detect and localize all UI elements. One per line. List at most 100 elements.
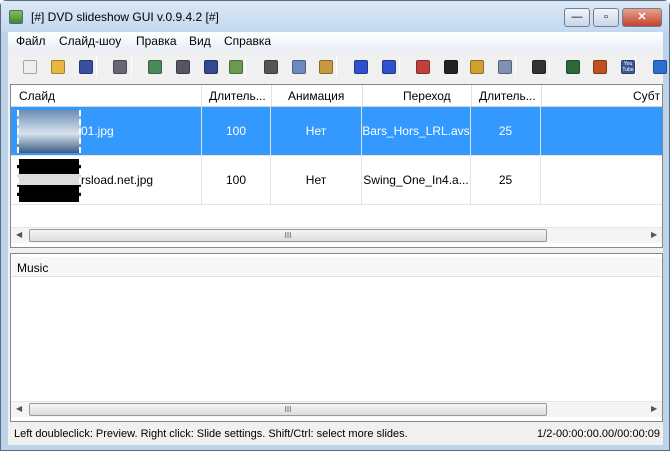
save-icon — [79, 60, 93, 74]
scroll-left-arrow[interactable]: ◀ — [16, 230, 22, 239]
crop-image-button[interactable] — [413, 57, 433, 77]
add-slide-button[interactable] — [145, 57, 165, 77]
slide-row[interactable]: rsload.net.jpg 100 Нет Swing_One_In4.a..… — [11, 156, 662, 205]
settings-tools-button[interactable] — [110, 57, 130, 77]
menu-edit[interactable]: Правка — [136, 34, 177, 48]
clapperboard-button[interactable] — [441, 57, 461, 77]
client-area: Файл Слайд-шоу Правка Вид Справка You Tu… — [8, 32, 667, 445]
crop-image-icon — [416, 60, 430, 74]
add-music-button[interactable] — [173, 57, 193, 77]
menu-file[interactable]: Файл — [16, 34, 46, 48]
menu-bar: Файл Слайд-шоу Правка Вид Справка — [8, 32, 663, 51]
image-button[interactable] — [226, 57, 246, 77]
presentation-icon — [532, 60, 546, 74]
open-icon — [51, 60, 65, 74]
status-position: 1/2-00:00:00.00/00:00:09 — [537, 428, 660, 440]
scroll-right-arrow[interactable]: ▶ — [651, 404, 657, 413]
toolbar: You Tube — [8, 52, 667, 82]
copy-icon — [292, 60, 306, 74]
minimize-button[interactable]: — — [564, 8, 590, 27]
column-subtitles[interactable]: Субт — [633, 89, 660, 103]
move-down-icon — [382, 60, 396, 74]
scroll-right-arrow[interactable]: ▶ — [651, 230, 657, 239]
brush-icon — [470, 60, 484, 74]
slide-list-header: Слайд Длитель... Анимация Переход Длител… — [11, 85, 662, 107]
scroll-thumb[interactable]: III — [29, 403, 547, 416]
status-hint: Left doubleclick: Preview. Right click: … — [14, 428, 408, 440]
toolbar-separator — [131, 56, 132, 78]
slide-duration: 100 — [201, 107, 271, 155]
export-video-icon — [566, 60, 580, 74]
paste-button[interactable] — [316, 57, 336, 77]
app-window: [#] DVD slideshow GUI v.0.9.4.2 [#] — ▫ … — [0, 0, 670, 451]
menu-slideshow[interactable]: Слайд-шоу — [59, 34, 121, 48]
maximize-button[interactable]: ▫ — [593, 8, 619, 27]
copy-button[interactable] — [289, 57, 309, 77]
toolbar-separator — [549, 56, 550, 78]
menu-help[interactable]: Справка — [224, 34, 271, 48]
column-slide[interactable]: Слайд — [19, 89, 55, 103]
slide-animation: Нет — [271, 156, 362, 204]
music-hscrollbar[interactable]: ◀ III ▶ — [11, 401, 662, 417]
toolbar-separator — [336, 56, 337, 78]
column-animation[interactable]: Анимация — [288, 89, 344, 103]
cut-icon — [264, 60, 278, 74]
column-transition[interactable]: Переход — [403, 89, 451, 103]
slide-thumbnail — [17, 110, 81, 153]
paste-icon — [319, 60, 333, 74]
slide-filename: rsload.net.jpg — [81, 173, 154, 187]
add-music-icon — [176, 60, 190, 74]
column-duration[interactable]: Длитель... — [209, 89, 266, 103]
slide-transition-duration: 25 — [471, 107, 541, 155]
title-bar: [#] DVD slideshow GUI v.0.9.4.2 [#] — ▫ … — [1, 1, 669, 32]
move-down-button[interactable] — [379, 57, 399, 77]
toolbar-separator — [515, 56, 516, 78]
slide-transition: Swing_One_In4.a... — [362, 156, 471, 204]
column-transition-duration[interactable]: Длитель... — [479, 89, 536, 103]
slide-thumbnail — [17, 159, 81, 202]
brush-button[interactable] — [467, 57, 487, 77]
slide-row[interactable]: 01.jpg 100 Нет Bars_Hors_LRL.avs 25 — [11, 107, 662, 156]
new-icon — [23, 60, 37, 74]
save-button[interactable] — [76, 57, 96, 77]
scroll-left-arrow[interactable]: ◀ — [16, 404, 22, 413]
clapperboard-icon — [444, 60, 458, 74]
slide-filename: 01.jpg — [81, 124, 114, 138]
youtube-icon: You Tube — [621, 60, 635, 74]
new-button[interactable] — [20, 57, 40, 77]
dvd-button[interactable] — [590, 57, 610, 77]
settings-tools-icon — [113, 60, 127, 74]
slide-transition-duration: 25 — [471, 156, 541, 204]
toolbar-separator — [96, 56, 97, 78]
app-icon — [9, 10, 23, 24]
text-button[interactable] — [201, 57, 221, 77]
menu-view[interactable]: Вид — [189, 34, 211, 48]
close-button[interactable]: ✕ — [622, 8, 662, 27]
music-list[interactable]: Music ◀ III ▶ — [10, 253, 663, 422]
move-up-button[interactable] — [351, 57, 371, 77]
image-icon — [229, 60, 243, 74]
add-slide-icon — [148, 60, 162, 74]
slide-list[interactable]: Слайд Длитель... Анимация Переход Длител… — [10, 84, 663, 248]
window-title: [#] DVD slideshow GUI v.0.9.4.2 [#] — [31, 10, 219, 24]
export-video-button[interactable] — [563, 57, 583, 77]
youtube-button[interactable]: You Tube — [618, 57, 638, 77]
slide-duration: 100 — [201, 156, 271, 204]
move-up-icon — [354, 60, 368, 74]
status-bar: Left doubleclick: Preview. Right click: … — [8, 424, 663, 444]
cut-button[interactable] — [261, 57, 281, 77]
music-header[interactable]: Music — [12, 257, 661, 277]
presentation-button[interactable] — [529, 57, 549, 77]
help-button[interactable] — [650, 57, 670, 77]
dvd-icon — [593, 60, 607, 74]
text-icon — [204, 60, 218, 74]
burn-button[interactable] — [495, 57, 515, 77]
slide-list-hscrollbar[interactable]: ◀ III ▶ — [11, 227, 662, 243]
open-button[interactable] — [48, 57, 68, 77]
toolbar-separator — [399, 56, 400, 78]
slide-animation: Нет — [271, 107, 362, 155]
slide-transition: Bars_Hors_LRL.avs — [362, 107, 471, 155]
scroll-thumb[interactable]: III — [29, 229, 547, 242]
help-icon — [653, 60, 667, 74]
burn-icon — [498, 60, 512, 74]
